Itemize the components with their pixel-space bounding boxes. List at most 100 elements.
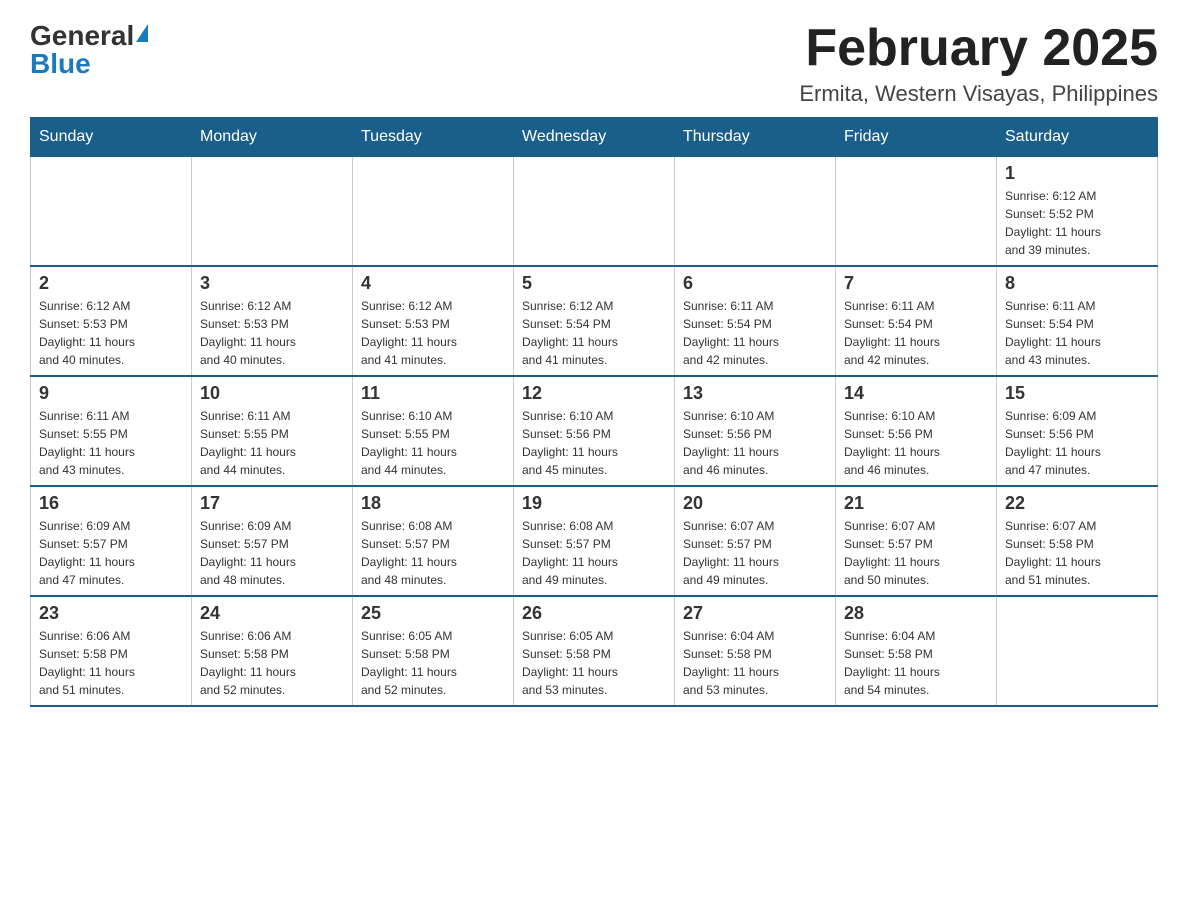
day-number: 9 [39, 383, 183, 404]
day-number: 18 [361, 493, 505, 514]
calendar-cell [353, 157, 514, 267]
day-info: Sunrise: 6:09 AM Sunset: 5:56 PM Dayligh… [1005, 407, 1149, 479]
day-info: Sunrise: 6:12 AM Sunset: 5:53 PM Dayligh… [361, 297, 505, 369]
day-number: 20 [683, 493, 827, 514]
day-info: Sunrise: 6:07 AM Sunset: 5:57 PM Dayligh… [844, 517, 988, 589]
day-info: Sunrise: 6:12 AM Sunset: 5:53 PM Dayligh… [39, 297, 183, 369]
calendar-cell: 25Sunrise: 6:05 AM Sunset: 5:58 PM Dayli… [353, 596, 514, 706]
day-info: Sunrise: 6:05 AM Sunset: 5:58 PM Dayligh… [522, 627, 666, 699]
calendar-cell: 18 Sunrise: 6:08 AM Sunset: 5:57 PM Dayli… [353, 486, 514, 596]
day-number: 28 [844, 603, 988, 624]
day-number: 23 [39, 603, 183, 624]
calendar-cell: 27 Sunrise: 6:04 AM Sunset: 5:58 PM Dayli… [675, 596, 836, 706]
calendar-cell: 13 Sunrise: 6:10 AM Sunset: 5:56 PM Dayli… [675, 376, 836, 486]
calendar-cell: 7 Sunrise: 6:11 AM Sunset: 5:54 PM Daylig… [836, 266, 997, 376]
day-number: 14 [844, 383, 988, 404]
day-number: 21 [844, 493, 988, 514]
day-info: Sunrise: 6:12 AM Sunset: 5:54 PM Dayligh… [522, 297, 666, 369]
calendar-cell: 2 Sunrise: 6:12 AM Sunset: 5:53 PM Daylig… [31, 266, 192, 376]
calendar-cell [514, 157, 675, 267]
day-number: 19 [522, 493, 666, 514]
calendar-cell: 6 Sunrise: 6:11 AM Sunset: 5:54 PM Daylig… [675, 266, 836, 376]
day-number: 17 [200, 493, 344, 514]
week-row-5: 23 Sunrise: 6:06 AM Sunset: 5:58 PM Dayli… [31, 596, 1158, 706]
day-info: Sunrise: 6:11 AM Sunset: 5:54 PM Dayligh… [844, 297, 988, 369]
calendar-cell: 23 Sunrise: 6:06 AM Sunset: 5:58 PM Dayli… [31, 596, 192, 706]
calendar-table: SundayMondayTuesdayWednesdayThursdayFrid… [30, 117, 1158, 707]
day-info: Sunrise: 6:07 AM Sunset: 5:57 PM Dayligh… [683, 517, 827, 589]
day-info: Sunrise: 6:07 AM Sunset: 5:58 PM Dayligh… [1005, 517, 1149, 589]
day-number: 26 [522, 603, 666, 624]
calendar-cell: 8 Sunrise: 6:11 AM Sunset: 5:54 PM Daylig… [997, 266, 1158, 376]
calendar-cell [997, 596, 1158, 706]
calendar-cell [675, 157, 836, 267]
day-info: Sunrise: 6:11 AM Sunset: 5:54 PM Dayligh… [1005, 297, 1149, 369]
calendar-cell [192, 157, 353, 267]
day-number: 6 [683, 273, 827, 294]
day-header-wednesday: Wednesday [514, 118, 675, 157]
day-number: 3 [200, 273, 344, 294]
calendar-cell: 17Sunrise: 6:09 AM Sunset: 5:57 PM Dayli… [192, 486, 353, 596]
day-number: 22 [1005, 493, 1149, 514]
day-info: Sunrise: 6:06 AM Sunset: 5:58 PM Dayligh… [39, 627, 183, 699]
logo-blue-text: Blue [30, 48, 91, 80]
calendar-cell: 1 Sunrise: 6:12 AM Sunset: 5:52 PM Daylig… [997, 157, 1158, 267]
calendar-cell: 4Sunrise: 6:12 AM Sunset: 5:53 PM Daylig… [353, 266, 514, 376]
day-header-saturday: Saturday [997, 118, 1158, 157]
calendar-cell: 20 Sunrise: 6:07 AM Sunset: 5:57 PM Dayli… [675, 486, 836, 596]
week-row-1: 1 Sunrise: 6:12 AM Sunset: 5:52 PM Daylig… [31, 157, 1158, 267]
calendar-cell: 21 Sunrise: 6:07 AM Sunset: 5:57 PM Dayli… [836, 486, 997, 596]
day-info: Sunrise: 6:12 AM Sunset: 5:52 PM Dayligh… [1005, 187, 1149, 259]
calendar-title: February 2025 [799, 20, 1158, 77]
page-header: General Blue February 2025 Ermita, Weste… [30, 20, 1158, 107]
calendar-cell: 10Sunrise: 6:11 AM Sunset: 5:55 PM Dayli… [192, 376, 353, 486]
day-number: 1 [1005, 163, 1149, 184]
day-info: Sunrise: 6:08 AM Sunset: 5:57 PM Dayligh… [361, 517, 505, 589]
day-number: 10 [200, 383, 344, 404]
calendar-cell: 24 Sunrise: 6:06 AM Sunset: 5:58 PM Dayli… [192, 596, 353, 706]
calendar-cell: 14 Sunrise: 6:10 AM Sunset: 5:56 PM Dayli… [836, 376, 997, 486]
day-number: 2 [39, 273, 183, 294]
calendar-cell: 12 Sunrise: 6:10 AM Sunset: 5:56 PM Dayli… [514, 376, 675, 486]
day-number: 12 [522, 383, 666, 404]
day-info: Sunrise: 6:10 AM Sunset: 5:56 PM Dayligh… [844, 407, 988, 479]
day-info: Sunrise: 6:10 AM Sunset: 5:55 PM Dayligh… [361, 407, 505, 479]
calendar-cell: 28 Sunrise: 6:04 AM Sunset: 5:58 PM Dayli… [836, 596, 997, 706]
day-number: 24 [200, 603, 344, 624]
day-info: Sunrise: 6:04 AM Sunset: 5:58 PM Dayligh… [844, 627, 988, 699]
calendar-cell: 26 Sunrise: 6:05 AM Sunset: 5:58 PM Dayli… [514, 596, 675, 706]
day-info: Sunrise: 6:08 AM Sunset: 5:57 PM Dayligh… [522, 517, 666, 589]
day-number: 7 [844, 273, 988, 294]
calendar-subtitle: Ermita, Western Visayas, Philippines [799, 81, 1158, 107]
day-info: Sunrise: 6:06 AM Sunset: 5:58 PM Dayligh… [200, 627, 344, 699]
day-header-tuesday: Tuesday [353, 118, 514, 157]
day-info: Sunrise: 6:11 AM Sunset: 5:55 PM Dayligh… [39, 407, 183, 479]
day-number: 16 [39, 493, 183, 514]
calendar-cell: 16 Sunrise: 6:09 AM Sunset: 5:57 PM Dayli… [31, 486, 192, 596]
day-header-monday: Monday [192, 118, 353, 157]
day-info: Sunrise: 6:10 AM Sunset: 5:56 PM Dayligh… [522, 407, 666, 479]
day-info: Sunrise: 6:12 AM Sunset: 5:53 PM Dayligh… [200, 297, 344, 369]
calendar-cell [31, 157, 192, 267]
day-number: 5 [522, 273, 666, 294]
day-info: Sunrise: 6:11 AM Sunset: 5:54 PM Dayligh… [683, 297, 827, 369]
day-number: 8 [1005, 273, 1149, 294]
day-info: Sunrise: 6:10 AM Sunset: 5:56 PM Dayligh… [683, 407, 827, 479]
calendar-cell: 19 Sunrise: 6:08 AM Sunset: 5:57 PM Dayli… [514, 486, 675, 596]
calendar-cell: 9 Sunrise: 6:11 AM Sunset: 5:55 PM Daylig… [31, 376, 192, 486]
logo: General Blue [30, 20, 148, 80]
week-row-4: 16 Sunrise: 6:09 AM Sunset: 5:57 PM Dayli… [31, 486, 1158, 596]
day-number: 27 [683, 603, 827, 624]
day-info: Sunrise: 6:04 AM Sunset: 5:58 PM Dayligh… [683, 627, 827, 699]
day-info: Sunrise: 6:05 AM Sunset: 5:58 PM Dayligh… [361, 627, 505, 699]
logo-triangle-icon [136, 24, 148, 42]
day-info: Sunrise: 6:09 AM Sunset: 5:57 PM Dayligh… [39, 517, 183, 589]
header-row: SundayMondayTuesdayWednesdayThursdayFrid… [31, 118, 1158, 157]
day-header-sunday: Sunday [31, 118, 192, 157]
calendar-cell: 22 Sunrise: 6:07 AM Sunset: 5:58 PM Dayli… [997, 486, 1158, 596]
week-row-3: 9 Sunrise: 6:11 AM Sunset: 5:55 PM Daylig… [31, 376, 1158, 486]
day-number: 13 [683, 383, 827, 404]
title-block: February 2025 Ermita, Western Visayas, P… [799, 20, 1158, 107]
calendar-cell: 5 Sunrise: 6:12 AM Sunset: 5:54 PM Daylig… [514, 266, 675, 376]
day-header-friday: Friday [836, 118, 997, 157]
